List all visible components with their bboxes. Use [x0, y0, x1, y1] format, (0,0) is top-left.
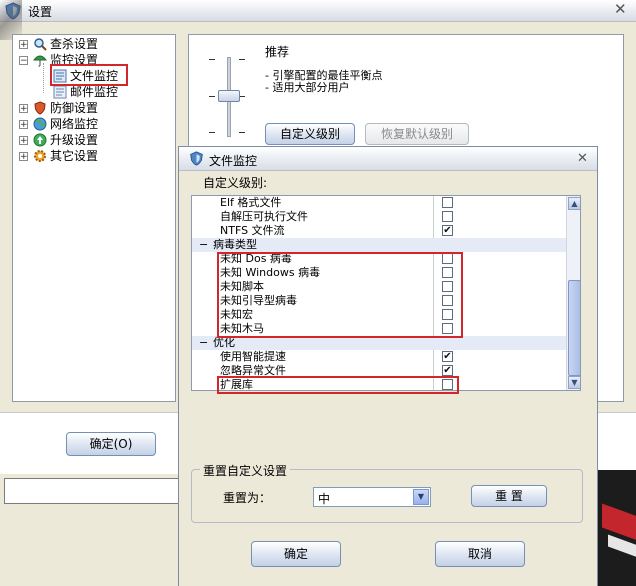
option-checkbox-ntfs-stream[interactable]: ✔: [442, 225, 453, 236]
window-title: 设置: [28, 5, 53, 19]
option-checkbox-elf[interactable]: [442, 197, 453, 208]
level-title: 推荐: [265, 45, 290, 59]
tree-item-network-monitor[interactable]: 网络监控: [33, 116, 98, 132]
option-checkbox-self-extract[interactable]: [442, 211, 453, 222]
settings-window-titlebar: 设置 ✕: [0, 0, 636, 22]
tree-expander-network[interactable]: +: [19, 120, 28, 130]
tree-expander-scan[interactable]: +: [19, 40, 28, 50]
dialog-close-button[interactable]: ✕: [577, 151, 588, 166]
window-close-button[interactable]: ✕: [614, 2, 627, 17]
scroll-down-icon[interactable]: ▼: [568, 376, 580, 389]
dialog-titlebar: 文件监控 ✕: [179, 147, 597, 171]
group-row-virus-types[interactable]: − 病毒类型: [192, 238, 566, 252]
reset-level-select[interactable]: 中 ▼: [313, 487, 431, 507]
outer-status-field: [4, 478, 184, 504]
chevron-down-icon[interactable]: ▼: [413, 489, 429, 505]
background-window-fragment: [598, 470, 636, 586]
tree-item-upgrade-settings[interactable]: 升级设置: [33, 132, 98, 148]
mail-monitor-icon: [53, 85, 67, 99]
option-label: Elf 格式文件: [220, 196, 282, 209]
group-collapse-icon[interactable]: −: [199, 238, 208, 252]
group-collapse-icon[interactable]: −: [199, 336, 208, 350]
tree-item-other-settings[interactable]: 其它设置: [33, 148, 98, 164]
group-label: 病毒类型: [213, 238, 257, 251]
option-checkbox-smart-speedup[interactable]: ✔: [442, 351, 453, 362]
gear-icon: [34, 150, 46, 162]
file-monitor-highlight: [50, 64, 128, 86]
custom-level-button[interactable]: 自定义级别: [265, 123, 355, 145]
tree-expander-upgrade[interactable]: +: [19, 136, 28, 146]
unknown-virus-highlight: [217, 252, 463, 338]
file-monitor-dialog: 文件监控 ✕ 自定义级别: Elf 格式文件 自解压可执行文件 NTFS 文件流…: [178, 146, 598, 586]
tree-label: 邮件监控: [70, 85, 119, 99]
shield-icon: [34, 101, 46, 115]
tree-item-scan-settings[interactable]: 查杀设置: [33, 36, 98, 52]
tree-label: 升级设置: [50, 133, 99, 147]
restore-default-level-button[interactable]: 恢复默认级别: [365, 123, 469, 145]
dialog-cancel-button[interactable]: 取消: [435, 541, 525, 567]
group-label: 优化: [213, 336, 235, 349]
tree-label: 查杀设置: [50, 37, 99, 51]
reset-level-value: 中: [318, 492, 331, 506]
option-checkbox-ignore-abnormal[interactable]: ✔: [442, 365, 453, 376]
custom-level-section-label: 自定义级别:: [203, 176, 268, 190]
option-row-ntfs-stream: NTFS 文件流 ✔: [192, 224, 566, 238]
tree-item-mail-monitor[interactable]: 邮件监控: [53, 84, 118, 100]
dialog-title: 文件监控: [209, 154, 258, 168]
tree-expander-defense[interactable]: +: [19, 104, 28, 114]
upgrade-icon: [33, 133, 47, 147]
tree-label: 防御设置: [50, 101, 99, 115]
level-slider-thumb[interactable]: [218, 90, 240, 102]
reset-to-label: 重置为：: [223, 491, 272, 505]
scroll-up-icon[interactable]: ▲: [568, 197, 580, 210]
option-row-self-extract: 自解压可执行文件: [192, 210, 566, 224]
extension-library-highlight: [217, 376, 459, 394]
level-desc-line-2: - 适用大部分用户: [265, 81, 350, 94]
globe-icon: [33, 117, 47, 131]
dialog-shield-icon: [190, 151, 203, 166]
scrollbar-thumb[interactable]: [568, 280, 580, 376]
tree-item-defense-settings[interactable]: 防御设置: [33, 100, 98, 116]
option-list-scrollbar[interactable]: ▲ ▼: [566, 196, 580, 390]
option-label: 使用智能提速: [220, 350, 286, 363]
reset-group-title: 重置自定义设置: [200, 462, 291, 479]
option-label: NTFS 文件流: [220, 224, 285, 237]
option-label: 自解压可执行文件: [220, 210, 308, 223]
dialog-ok-button[interactable]: 确定: [251, 541, 341, 567]
tree-expander-other[interactable]: +: [19, 152, 28, 162]
app-shield-icon: [5, 2, 21, 20]
tree-label: 其它设置: [50, 149, 99, 163]
reset-button[interactable]: 重 置: [471, 485, 547, 507]
tree-label: 网络监控: [50, 117, 99, 131]
umbrella-icon: [33, 55, 47, 67]
magnifier-icon: [34, 38, 47, 51]
option-row-elf: Elf 格式文件: [192, 196, 566, 210]
outer-ok-button[interactable]: 确定(O): [66, 432, 156, 456]
tree-expander-monitor[interactable]: −: [19, 56, 28, 66]
option-row-smart-speedup: 使用智能提速 ✔: [192, 350, 566, 364]
group-row-optimization[interactable]: − 优化: [192, 336, 566, 350]
settings-tree-pane: + − + + + + 查杀设置 监控设置 文件监控 邮件监控 防御设置 网络监…: [12, 34, 176, 402]
